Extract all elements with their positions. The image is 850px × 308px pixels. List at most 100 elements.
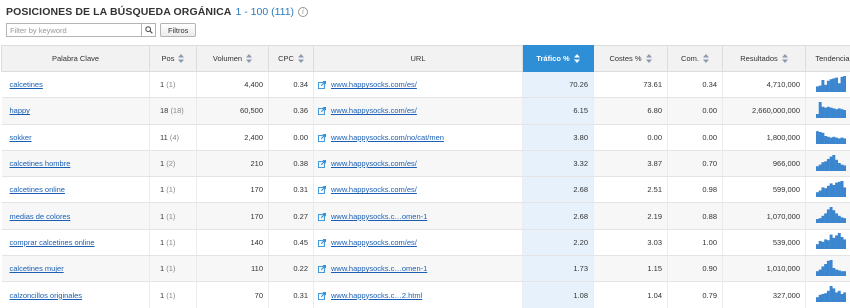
previous-position: (18) [170,106,184,116]
external-link-icon[interactable] [318,265,326,274]
info-icon[interactable]: i [298,7,309,17]
trend-bar [818,101,822,118]
cpc-cell: 0.00 [268,124,314,151]
trend-bar [840,294,844,303]
table-row: sokker 11 (4) 2,400 0.00 www.happysocks.… [1,124,850,151]
keyword-link[interactable]: calzoncillos originales [10,291,83,300]
table-row: calzoncillos originales 1 (1) 70 0.31 ww… [1,281,850,308]
trend-bar [837,82,841,92]
external-link-icon[interactable] [318,291,326,300]
keyword-link[interactable]: calcetines mujer [10,264,64,273]
results-cell: 1,070,000 [722,202,806,230]
column-header-costes[interactable]: Costes % [593,45,668,72]
sort-icon[interactable] [702,54,709,64]
position-value: 1 [160,264,165,274]
trend-cell [805,150,850,178]
external-link-icon[interactable] [318,107,326,116]
competition-cell: 0.00 [667,124,723,151]
costs-cell: 3.03 [593,229,668,257]
sort-icon[interactable] [781,54,788,64]
trend-cell [805,176,850,204]
competition-cell: 0.90 [667,255,723,283]
previous-position: (1) [166,211,176,221]
previous-position: (1) [166,237,176,247]
position-cell: 18 (18) [149,97,197,125]
external-link-icon[interactable] [318,133,326,142]
traffic-cell: 1.73 [522,255,594,283]
url-link[interactable]: www.happysocks.com/es/ [331,185,417,194]
trend-sparkline [816,75,847,92]
external-link-icon[interactable] [318,238,326,247]
url-link[interactable]: www.happysocks.com/es/ [331,159,417,168]
costs-cell: 73.61 [593,71,668,99]
trend-sparkline [816,131,847,145]
results-cell: 327,000 [722,281,806,308]
trend-bar [818,132,822,145]
column-header-volumen[interactable]: Volumen [196,45,269,72]
filters-button[interactable]: Filtros [160,23,197,37]
trend-bar [837,233,841,250]
trend-bar [835,109,839,118]
sort-icon[interactable] [645,54,652,64]
external-link-icon[interactable] [318,186,326,195]
keyword-link[interactable]: calcetines online [10,185,65,194]
keyword-link[interactable]: medias de colores [10,212,71,221]
results-cell: 1,800,000 [722,124,806,151]
trend-bar [824,107,828,118]
trend-bar [832,210,836,224]
costs-cell: 1.15 [593,255,668,283]
url-link[interactable]: www.happysocks.com/es/ [331,106,417,115]
url-link[interactable]: www.happysocks.c…omen-1 [331,264,427,273]
keyword-cell: calzoncillos originales [1,281,150,308]
result-range[interactable]: 1 - 100 (111) [235,6,294,18]
trend-bar [829,235,833,250]
keyword-link[interactable]: sokker [10,133,32,142]
sort-icon[interactable] [178,54,185,64]
keyword-filter-input[interactable] [7,24,141,36]
trend-cell [805,124,850,151]
volume-cell: 210 [196,150,269,178]
volume-cell: 170 [196,176,269,204]
column-header-tráfico[interactable]: Tráfico % [522,45,594,72]
column-header-label: Pos [161,53,175,63]
trend-bar [818,241,822,250]
url-link[interactable]: www.happysocks.com/no/cat/men [331,133,444,142]
position-value: 1 [160,211,165,221]
column-header-cpc[interactable]: CPC [268,45,314,72]
cpc-cell: 0.27 [268,202,314,230]
sort-icon[interactable] [297,54,304,64]
trend-bar [824,293,828,303]
competition-cell: 1.00 [667,229,723,257]
column-header-resultados[interactable]: Resultados [722,45,806,72]
keyword-link[interactable]: comprar calcetines online [10,238,95,247]
trend-bar [835,77,839,92]
position-value: 1 [160,290,165,300]
trend-bar [821,242,825,250]
magnifier-icon [144,26,153,34]
trend-bar [818,190,822,197]
results-cell: 539,000 [722,229,806,257]
trend-bar [824,160,828,171]
url-link[interactable]: www.happysocks.c…2.html [331,291,422,300]
url-cell: www.happysocks.c…omen-1 [313,255,523,283]
url-link[interactable]: www.happysocks.com/es/ [331,80,417,89]
external-link-icon[interactable] [318,160,326,169]
keyword-link[interactable]: happy [10,106,30,115]
cpc-cell: 0.31 [268,281,314,308]
costs-cell: 2.19 [593,202,668,230]
column-header-com[interactable]: Com. [667,45,723,72]
trend-cell [805,97,850,125]
traffic-cell: 3.80 [522,124,594,151]
external-link-icon[interactable] [318,212,326,221]
url-link[interactable]: www.happysocks.com/es/ [331,238,417,247]
trend-bar [829,286,833,303]
sort-icon[interactable] [246,54,253,64]
keyword-link[interactable]: calcetines [10,80,43,89]
url-link[interactable]: www.happysocks.c…omen-1 [331,212,427,221]
trend-bar [829,78,833,92]
keyword-link[interactable]: calcetines hombre [10,159,71,168]
sort-desc-icon[interactable] [573,54,580,64]
search-button[interactable] [141,24,155,36]
column-header-pos[interactable]: Pos [149,45,197,72]
external-link-icon[interactable] [318,81,326,90]
